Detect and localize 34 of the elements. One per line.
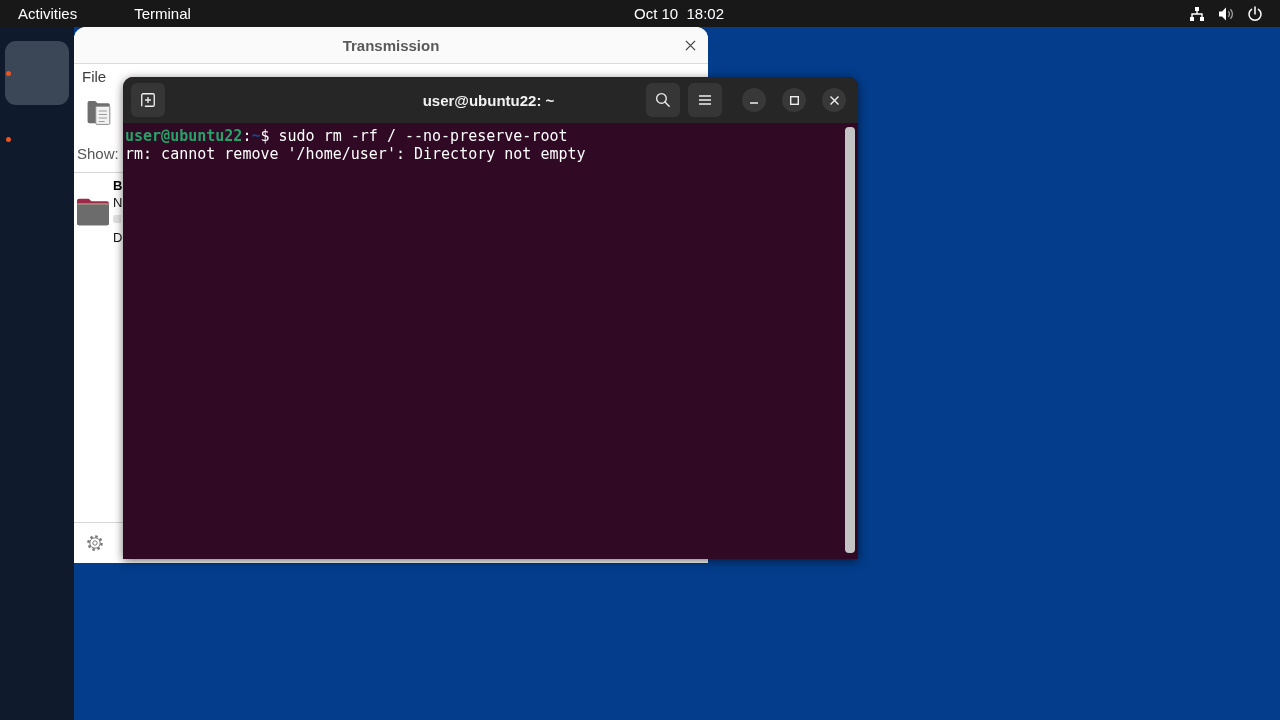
menu-button[interactable] xyxy=(688,83,722,117)
terminal-command-line: user@ubuntu22:~$ sudo rm -rf / --no-preserve-root xyxy=(125,127,569,145)
network-icon[interactable] xyxy=(1189,5,1205,22)
window-title: Transmission xyxy=(342,36,440,54)
plus-box-icon xyxy=(141,93,155,107)
close-button[interactable] xyxy=(685,39,696,51)
filter-label: Show: xyxy=(77,145,119,162)
maximize-icon xyxy=(789,95,799,105)
menu-icon xyxy=(699,95,711,105)
new-tab-button[interactable] xyxy=(131,83,165,117)
torrent-name: B xyxy=(113,177,123,194)
minimize-icon xyxy=(750,102,758,104)
power-icon[interactable] xyxy=(1247,5,1263,22)
scrollbar[interactable] xyxy=(845,127,855,553)
clock[interactable]: Oct 10 18:02 xyxy=(634,4,725,23)
search-icon xyxy=(656,93,670,107)
terminal-output-line: rm: cannot remove '/home/user': Directory not empty xyxy=(125,145,587,163)
torrent-status: N xyxy=(113,194,123,211)
window-title: user@ubuntu22: ~ xyxy=(422,91,555,109)
maximize-button[interactable] xyxy=(782,88,806,112)
folder-icon xyxy=(77,197,109,226)
volume-icon[interactable] xyxy=(1218,5,1234,22)
gear-icon[interactable] xyxy=(87,535,103,551)
activities-button[interactable]: Activities xyxy=(18,4,78,23)
progress-track xyxy=(113,215,121,223)
app-menu[interactable]: Terminal xyxy=(134,4,191,23)
search-button[interactable] xyxy=(646,83,680,117)
torrent-details: D xyxy=(113,229,123,246)
folder-document-icon[interactable] xyxy=(87,100,111,125)
close-icon xyxy=(829,95,839,105)
close-button[interactable] xyxy=(822,88,846,112)
menu-item[interactable]: File xyxy=(74,68,115,86)
minimize-button[interactable] xyxy=(742,88,766,112)
close-icon xyxy=(685,39,696,51)
